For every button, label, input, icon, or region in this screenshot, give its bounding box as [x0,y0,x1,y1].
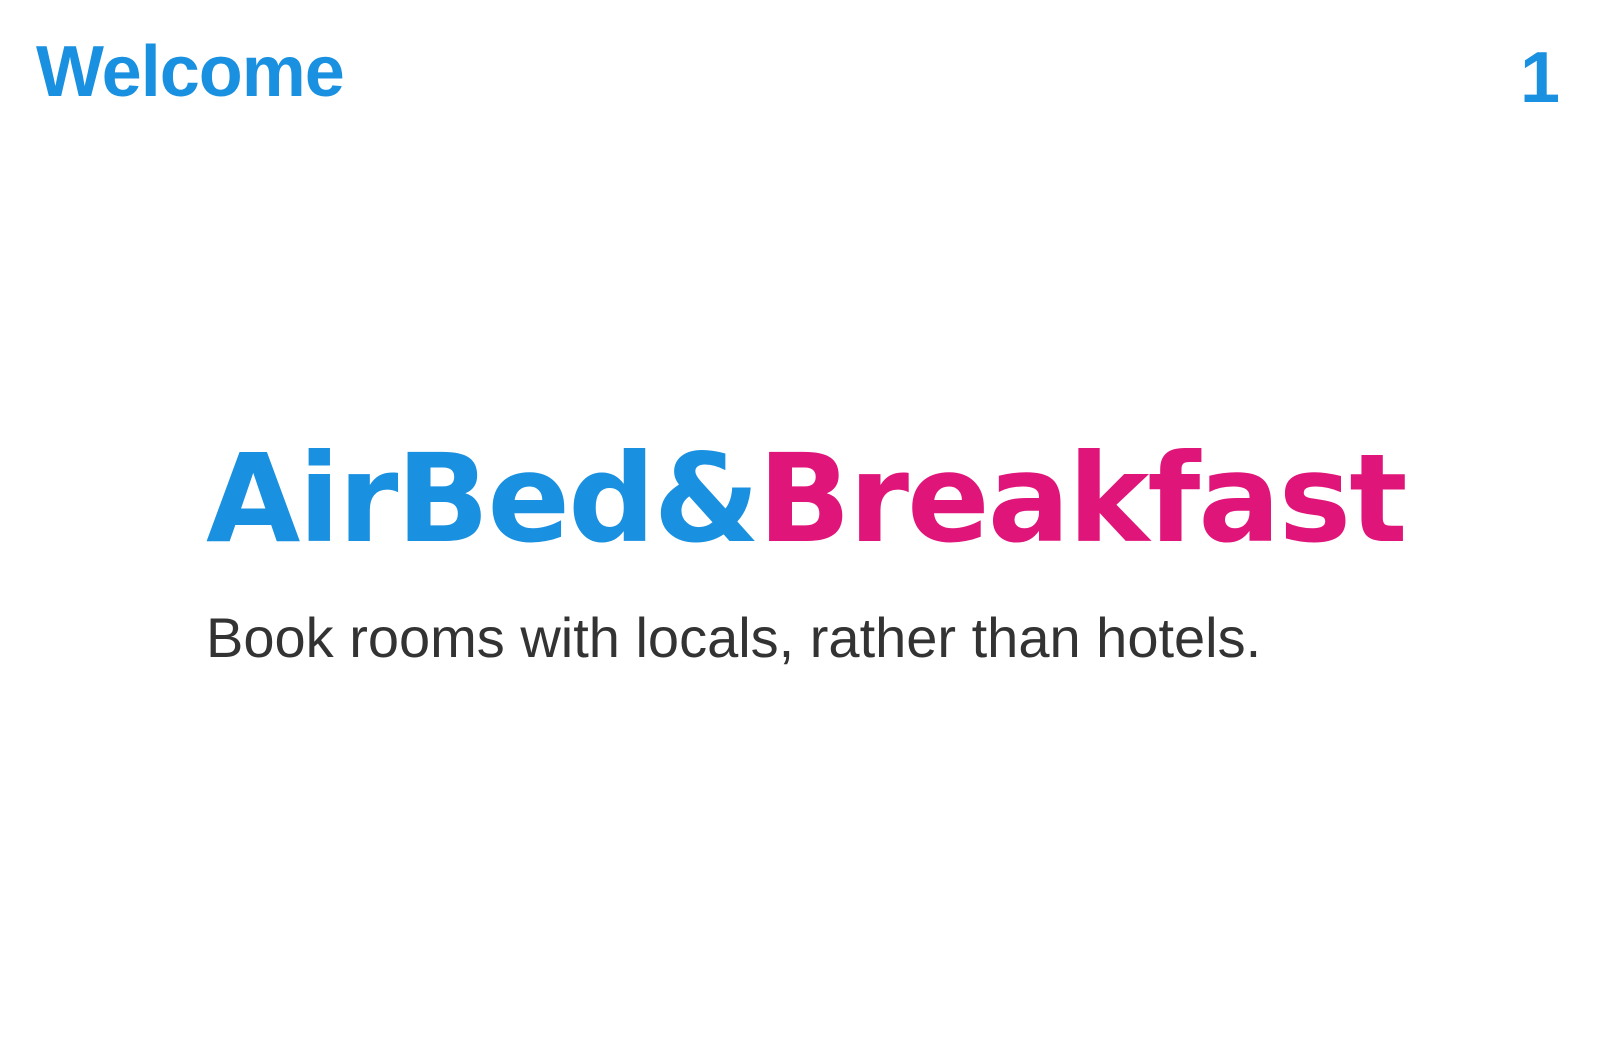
slide-title: Welcome [36,32,345,112]
logo-part-airbed: AirBed& [206,428,760,570]
slide-number: 1 [1519,38,1560,118]
brand-logo: AirBed&Breakfast [206,438,1408,560]
slide: Welcome 1 AirBed&Breakfast Book rooms wi… [0,0,1600,1042]
logo-part-breakfast: Breakfast [757,428,1408,570]
tagline: Book rooms with locals, rather than hote… [206,606,1262,669]
